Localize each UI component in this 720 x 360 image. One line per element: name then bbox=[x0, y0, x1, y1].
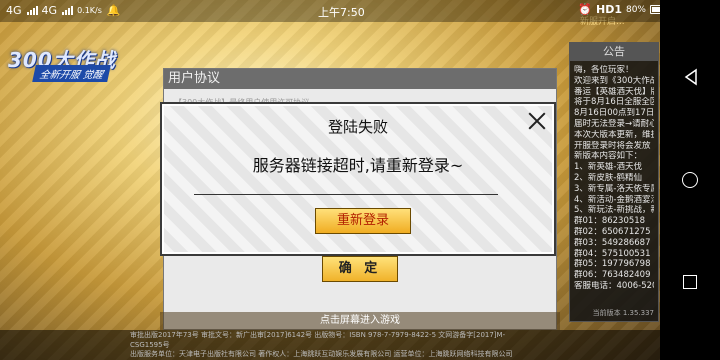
home-icon[interactable] bbox=[682, 172, 700, 190]
text-line: 2、新皮肤-鹤精仙 bbox=[574, 172, 642, 183]
net-speed: 0.1K/s bbox=[77, 6, 102, 15]
game-logo: 300大作战 全新开服 觉醒 bbox=[8, 44, 148, 82]
text-line: 群06：763482409 bbox=[574, 270, 651, 281]
text-line: 开服登录时将会发放【首次礼包】 bbox=[574, 140, 654, 151]
battery-percent: 80% bbox=[625, 4, 646, 15]
text-line: 审批出版2017年73号 审批文号：新广出审[2017]6142号 出版物号：I… bbox=[130, 331, 506, 349]
text-line: 群01：86230518 bbox=[574, 216, 646, 227]
network-type-1: 4G bbox=[6, 4, 22, 17]
text-line: 群05：197796798 bbox=[574, 259, 651, 270]
text-line: 群03：549286687 bbox=[574, 237, 651, 248]
clock: 上午7:50 bbox=[318, 6, 365, 19]
announcement-panel[interactable]: 公告 嗨，各位玩家！欢迎来到《300大作战》番运【英雄酒天伐】版本上线将于8月1… bbox=[569, 42, 659, 322]
text-line: 出版服务单位：天津电子出版社有限公司 著作权人：上海跳跃互动娱乐发展有限公司 运… bbox=[130, 350, 513, 358]
text-line: 群02：650671275 bbox=[574, 226, 651, 237]
text-line: 将于8月16日全服全区停机更新 bbox=[574, 97, 654, 108]
hd-indicator: HD1 bbox=[595, 3, 622, 16]
announcement-body: 嗨，各位玩家！欢迎来到《300大作战》番运【英雄酒天伐】版本上线将于8月16日全… bbox=[570, 61, 658, 296]
copyright-footer: 审批出版2017年73号 审批文号：新广出审[2017]6142号 出版物号：I… bbox=[0, 330, 660, 360]
dialog-divider bbox=[194, 194, 498, 195]
close-icon[interactable] bbox=[526, 110, 548, 132]
login-failed-dialog: 登陆失败 服务器链接超时,请重新登录~ 重新登录 bbox=[160, 102, 556, 256]
text-line: 届时无法登录→请耐心等待 bbox=[574, 118, 654, 129]
logo-subtitle: 全新开服 觉醒 bbox=[32, 65, 111, 82]
notification-bell-icon: 🔔 bbox=[106, 4, 121, 17]
text-line: 群04：575100531 bbox=[574, 248, 651, 259]
status-bar: 4G 4G 0.1K/s 🔔 上午7:50 ⏰ HD1 80% bbox=[0, 0, 720, 22]
dialog-title: 登陆失败 bbox=[327, 118, 388, 136]
text-line: 客服电话：4006-520-300 bbox=[574, 280, 654, 291]
text-line: 4、新活动-金鹅酒宴活动 bbox=[574, 194, 654, 205]
text-line: 3、新专属-洛天依专属 bbox=[574, 183, 654, 194]
text-line: 本次大版本更新，维护时间较长 bbox=[574, 129, 654, 140]
dialog-message: 服务器链接超时,请重新登录~ bbox=[252, 156, 464, 175]
back-icon[interactable] bbox=[682, 68, 700, 86]
signal-icon bbox=[62, 6, 74, 15]
version-label: 当前版本 1.35.337 bbox=[592, 309, 654, 317]
text-line: 欢迎来到《300大作战》 bbox=[574, 75, 654, 86]
text-line: 番运【英雄酒天伐】版本上线 bbox=[574, 86, 654, 97]
network-type-2: 4G bbox=[41, 4, 58, 17]
text-line: 1、新英雄-酒天伐 bbox=[574, 162, 642, 173]
text-line: 嗨，各位玩家！ bbox=[574, 65, 634, 75]
tap-to-start-hint[interactable]: 点击屏幕进入游戏 bbox=[160, 312, 560, 330]
text-line: 新版本内容如下： bbox=[574, 151, 643, 162]
text-line: 5、新玩法-新挑战，新区开放 bbox=[574, 205, 654, 216]
alarm-icon: ⏰ bbox=[578, 3, 592, 16]
text-line: 8月16日00点到17日10:00 bbox=[574, 108, 654, 119]
user-agreement-title: 用户协议 bbox=[164, 69, 556, 89]
navigation-bar bbox=[660, 0, 720, 360]
confirm-button[interactable]: 确 定 bbox=[322, 256, 398, 282]
relogin-button[interactable]: 重新登录 bbox=[315, 208, 411, 234]
announcement-title: 公告 bbox=[570, 43, 658, 61]
recent-apps-icon[interactable] bbox=[682, 274, 700, 292]
signal-icon bbox=[26, 6, 38, 15]
